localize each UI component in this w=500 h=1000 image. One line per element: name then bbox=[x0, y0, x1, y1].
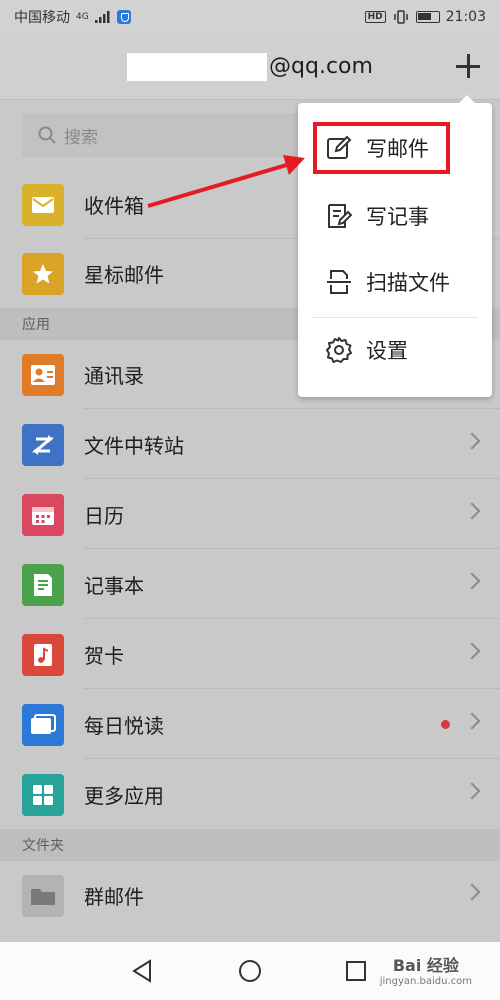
star-icon bbox=[22, 252, 64, 295]
clock: 21:03 bbox=[445, 9, 486, 25]
settings-label: 设置 bbox=[366, 339, 408, 363]
section-folders-header: 文件夹 bbox=[0, 829, 500, 861]
chevron-right-icon bbox=[463, 712, 481, 730]
chevron-right-icon bbox=[463, 432, 481, 450]
status-bar: 中国移动 4G HD 21:03 bbox=[0, 0, 500, 34]
folder-icon bbox=[22, 874, 64, 917]
search-placeholder: 搜索 bbox=[64, 127, 98, 148]
chevron-right-icon bbox=[463, 572, 481, 590]
music-card-icon bbox=[22, 633, 64, 676]
chevron-right-icon bbox=[463, 642, 481, 660]
scan-file-label: 扫描文件 bbox=[366, 271, 450, 295]
notepad-icon bbox=[22, 563, 64, 606]
search-input[interactable]: 搜索 bbox=[22, 113, 322, 157]
write-note-menu-item[interactable]: 写记事 bbox=[298, 183, 492, 249]
baidu-watermark: Bai 经验 jingyan.baidu.com bbox=[379, 956, 472, 987]
battery-icon bbox=[415, 11, 440, 23]
home-icon[interactable] bbox=[237, 958, 263, 984]
file-transfer-row[interactable]: 文件中转站 bbox=[0, 410, 500, 479]
carrier-name: 中国移动 bbox=[14, 10, 70, 26]
security-app-icon bbox=[116, 10, 131, 24]
daily-reading-row[interactable]: 每日悦读 bbox=[0, 690, 500, 759]
contacts-label: 通讯录 bbox=[84, 364, 144, 388]
search-icon bbox=[38, 126, 56, 144]
calendar-icon bbox=[22, 493, 64, 536]
account-email-suffix: @qq.com bbox=[269, 54, 373, 79]
chevron-right-icon bbox=[463, 782, 481, 800]
unread-dot bbox=[441, 720, 450, 729]
recents-icon[interactable] bbox=[345, 960, 367, 982]
vibrate-icon bbox=[393, 10, 408, 24]
back-icon[interactable] bbox=[130, 959, 154, 983]
add-plus-icon[interactable] bbox=[454, 52, 482, 80]
network-type: 4G bbox=[76, 11, 89, 22]
mail-icon bbox=[22, 183, 64, 226]
notepad-row[interactable]: 记事本 bbox=[0, 550, 500, 619]
write-note-label: 写记事 bbox=[366, 205, 429, 229]
reading-icon bbox=[22, 703, 64, 746]
account-name-redaction bbox=[127, 52, 268, 81]
calendar-row[interactable]: 日历 bbox=[0, 480, 500, 549]
note-edit-icon bbox=[328, 204, 352, 228]
group-mail-row[interactable]: 群邮件 bbox=[0, 861, 500, 930]
group-mail-label: 群邮件 bbox=[84, 885, 144, 909]
gear-icon bbox=[326, 337, 352, 363]
app-header: @qq.com bbox=[0, 34, 500, 100]
signal-icon bbox=[94, 11, 110, 23]
greeting-cards-label: 贺卡 bbox=[84, 644, 124, 668]
file-transfer-icon bbox=[22, 423, 64, 466]
more-apps-label: 更多应用 bbox=[84, 784, 164, 808]
greeting-cards-row[interactable]: 贺卡 bbox=[0, 620, 500, 689]
settings-menu-item[interactable]: 设置 bbox=[298, 317, 492, 383]
add-popup-menu: 写邮件 写记事 扫描文件 设置 bbox=[298, 95, 492, 397]
scan-file-menu-item[interactable]: 扫描文件 bbox=[298, 249, 492, 315]
chevron-right-icon bbox=[463, 502, 481, 520]
hd-badge: HD bbox=[364, 11, 386, 23]
chevron-right-icon bbox=[463, 883, 481, 901]
navigation-bar: Bai 经验 jingyan.baidu.com bbox=[0, 942, 500, 1000]
daily-reading-label: 每日悦读 bbox=[84, 714, 164, 738]
scan-document-icon bbox=[327, 270, 351, 294]
apps-grid-icon bbox=[22, 773, 64, 816]
more-apps-row[interactable]: 更多应用 bbox=[0, 760, 500, 829]
inbox-label: 收件箱 bbox=[84, 194, 144, 218]
calendar-label: 日历 bbox=[84, 504, 124, 528]
contacts-icon bbox=[22, 353, 64, 396]
notepad-label: 记事本 bbox=[84, 574, 144, 598]
compose-highlight-box bbox=[313, 122, 450, 174]
file-transfer-label: 文件中转站 bbox=[84, 434, 184, 458]
starred-label: 星标邮件 bbox=[84, 263, 164, 287]
